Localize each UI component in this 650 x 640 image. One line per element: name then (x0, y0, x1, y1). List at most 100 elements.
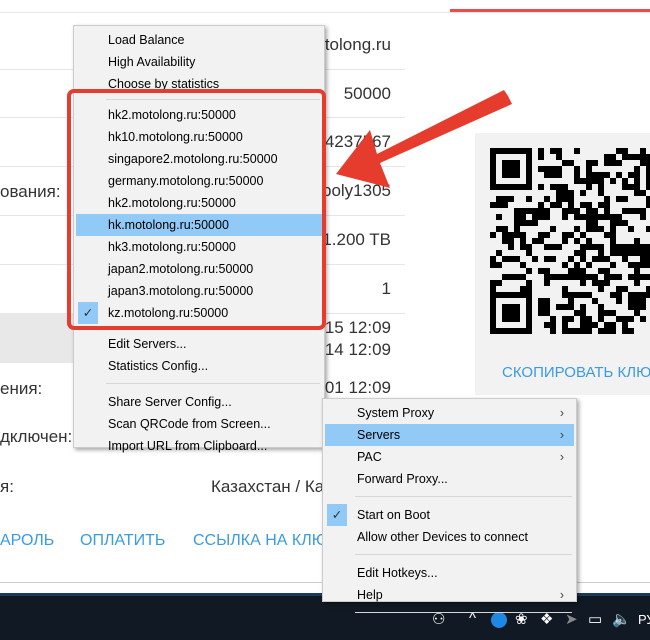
menu-item-label: Edit Hotkeys... (357, 566, 438, 580)
qr-module (532, 214, 538, 220)
check-slot (78, 29, 98, 51)
qr-module (568, 190, 574, 196)
qr-module (580, 268, 586, 274)
qr-module (538, 148, 544, 154)
qr-module (622, 220, 628, 226)
qr-module (568, 160, 574, 166)
top-divider (0, 12, 650, 13)
qr-module (640, 244, 646, 250)
network-icon[interactable]: ▭ (588, 610, 602, 628)
menu-item[interactable]: Edit Servers... (76, 333, 322, 355)
menu-item[interactable]: Edit Hotkeys... (325, 562, 574, 584)
menu-item[interactable]: Scan QRCode from Screen... (76, 413, 322, 435)
pay-link[interactable]: ОПЛАТИТЬ (80, 532, 165, 550)
qr-module (634, 280, 640, 286)
qr-module (580, 256, 586, 262)
qr-module (622, 208, 628, 214)
qr-module (562, 328, 568, 334)
qr-module (598, 178, 604, 184)
menu-item[interactable]: Statistics Config... (76, 355, 322, 377)
qr-module (550, 172, 556, 178)
qr-module (622, 250, 628, 256)
menu-item[interactable]: PAC › (325, 446, 574, 468)
menu-item[interactable]: Load Balance (76, 29, 322, 51)
menu-item[interactable]: System Proxy › (325, 402, 574, 424)
qr-module (634, 304, 640, 310)
language-indicator[interactable]: РУ (638, 612, 650, 627)
check-slot (78, 333, 98, 355)
qr-module (610, 328, 616, 334)
copy-key-button[interactable]: СКОПИРОВАТЬ КЛЮ (502, 364, 650, 381)
qr-module (550, 322, 556, 328)
qr-module (586, 262, 592, 268)
qr-module (634, 208, 640, 214)
qr-module (598, 250, 604, 256)
menu-item[interactable]: Help › (325, 584, 574, 606)
qr-module (646, 172, 650, 178)
qr-module (610, 178, 616, 184)
qr-module (616, 160, 622, 166)
qr-module (580, 202, 586, 208)
menu-item-label: Forward Proxy... (357, 472, 448, 486)
qr-module (574, 178, 580, 184)
menu-item-label: Edit Servers... (108, 337, 187, 351)
qr-module (550, 274, 556, 280)
menu-separator (355, 496, 572, 497)
field-value: otolong.ru (315, 35, 391, 54)
qr-module (574, 166, 580, 172)
qr-module (610, 244, 616, 250)
qr-module (568, 292, 574, 298)
qr-module (628, 226, 634, 232)
qr-module (538, 238, 544, 244)
check-slot (78, 51, 98, 73)
qr-module (538, 298, 544, 304)
menu-item[interactable]: Share Server Config... (76, 391, 322, 413)
teamviewer-icon[interactable] (491, 612, 507, 628)
qr-module (634, 178, 640, 184)
qr-module (616, 220, 622, 226)
qr-module (580, 214, 586, 220)
qr-module (544, 322, 550, 328)
qr-module (544, 310, 550, 316)
label-connection: ения: (0, 379, 43, 398)
qr-module (520, 286, 526, 292)
menu-item[interactable]: Forward Proxy... (325, 468, 574, 490)
qr-module (502, 226, 508, 232)
qr-module (634, 274, 640, 280)
qr-module (622, 178, 628, 184)
chevron-right-icon: › (559, 406, 564, 420)
qr-module (640, 304, 646, 310)
qr-module (514, 214, 520, 220)
volume-icon[interactable]: 🔈 (612, 610, 631, 628)
qr-module (586, 208, 592, 214)
qr-module (538, 208, 544, 214)
menu-item[interactable]: Import URL from Clipboard... (76, 435, 322, 457)
qr-module (634, 190, 640, 196)
menu-item[interactable]: Servers › (325, 424, 574, 446)
key-link[interactable]: ССЫЛКА НА КЛЮЧ (193, 532, 338, 550)
qr-module (610, 232, 616, 238)
qr-module (604, 256, 610, 262)
qr-module (562, 196, 568, 202)
qr-module (616, 316, 622, 322)
password-link[interactable]: АРОЛЬ (0, 532, 54, 550)
qr-module (520, 220, 526, 226)
qr-module (604, 310, 610, 316)
qr-module (562, 238, 568, 244)
qr-module (520, 262, 526, 268)
qr-module (634, 310, 640, 316)
field-value: 1.200 TB (322, 230, 391, 249)
qr-module (580, 310, 586, 316)
qr-module (610, 220, 616, 226)
menu-item[interactable]: High Availability (76, 51, 322, 73)
qr-module (646, 286, 650, 292)
qr-module (592, 298, 598, 304)
qr-module (592, 178, 598, 184)
qr-module (574, 172, 580, 178)
menu-item[interactable]: ✓ Start on Boot (325, 504, 574, 526)
qr-module (544, 256, 550, 262)
qr-module (538, 184, 544, 190)
qr-module (550, 148, 556, 154)
menu-item-label: Statistics Config... (108, 359, 209, 373)
menu-item[interactable]: Allow other Devices to connect (325, 526, 574, 548)
